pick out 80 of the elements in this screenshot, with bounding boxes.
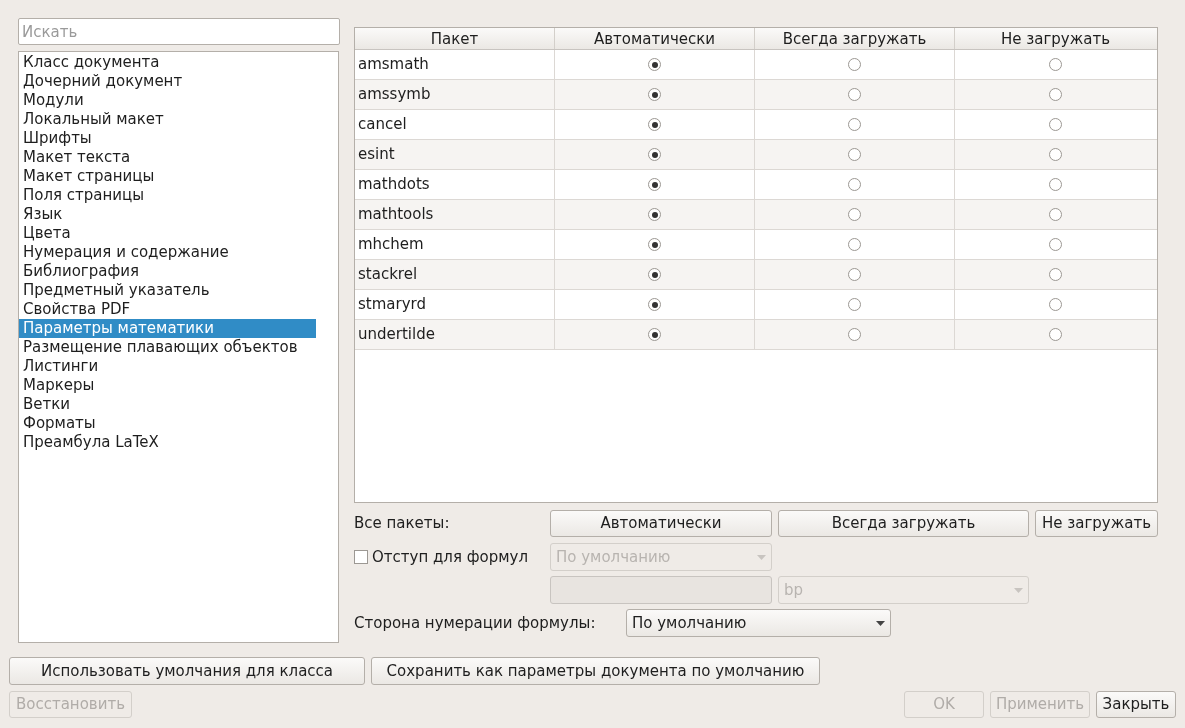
radio-button[interactable]: [648, 148, 661, 161]
radio-button[interactable]: [1049, 58, 1062, 71]
table-cell: esint: [355, 140, 555, 169]
caret-icon: [757, 554, 766, 560]
column-header[interactable]: Пакет: [355, 28, 555, 49]
radio-button[interactable]: [1049, 238, 1062, 251]
numbering-side-label: Сторона нумерации формулы:: [354, 612, 597, 634]
radio-button[interactable]: [1049, 118, 1062, 131]
radio-button[interactable]: [648, 328, 661, 341]
table-cell: mathdots: [355, 170, 555, 199]
table-cell: mhchem: [355, 230, 555, 259]
table-cell: cancel: [355, 110, 555, 139]
radio-button[interactable]: [1049, 178, 1062, 191]
sidebar-item[interactable]: Класс документа: [19, 53, 316, 72]
sidebar-item[interactable]: Параметры математики: [19, 319, 316, 338]
radio-button[interactable]: [1049, 328, 1062, 341]
class-defaults-button[interactable]: Использовать умолчания для класса: [9, 657, 365, 685]
radio-button[interactable]: [648, 178, 661, 191]
radio-button[interactable]: [648, 88, 661, 101]
column-header[interactable]: Автоматически: [555, 28, 755, 49]
auto-all-button[interactable]: Автоматически: [550, 510, 772, 537]
sidebar-item[interactable]: Локальный макет: [19, 110, 316, 129]
radio-button[interactable]: [648, 268, 661, 281]
radio-button[interactable]: [1049, 148, 1062, 161]
checkbox[interactable]: [354, 550, 368, 564]
numbering-side-combo[interactable]: По умолчанию: [626, 609, 891, 637]
table-cell: amssymb: [355, 80, 555, 109]
radio-button[interactable]: [1049, 208, 1062, 221]
radio-button[interactable]: [848, 118, 861, 131]
table-cell: mathtools: [355, 200, 555, 229]
table-cell: stmaryrd: [355, 290, 555, 319]
radio-button[interactable]: [648, 238, 661, 251]
radio-button[interactable]: [848, 238, 861, 251]
sidebar-item[interactable]: Модули: [19, 91, 316, 110]
column-header[interactable]: Не загружать: [955, 28, 1156, 49]
sidebar-item[interactable]: Макет страницы: [19, 167, 316, 186]
table-cell: undertilde: [355, 320, 555, 349]
table-cell: amsmath: [355, 50, 555, 79]
table-cell: stackrel: [355, 260, 555, 289]
dialog-button[interactable]: Закрыть: [1096, 691, 1176, 718]
sidebar-item[interactable]: Дочерний документ: [19, 72, 316, 91]
radio-button[interactable]: [848, 148, 861, 161]
sidebar-item[interactable]: Язык: [19, 205, 316, 224]
sidebar-item[interactable]: Преамбула LaTeX: [19, 433, 316, 452]
sidebar-item[interactable]: Цвета: [19, 224, 316, 243]
save-defaults-button[interactable]: Сохранить как параметры документа по умолчанию: [371, 657, 820, 685]
radio-button[interactable]: [1049, 88, 1062, 101]
caret-icon: [876, 620, 885, 626]
radio-button[interactable]: [648, 58, 661, 71]
radio-button[interactable]: [848, 178, 861, 191]
radio-button[interactable]: [848, 298, 861, 311]
radio-button[interactable]: [1049, 268, 1062, 281]
never-load-all-button[interactable]: Не загружать: [1035, 510, 1158, 537]
radio-button[interactable]: [648, 118, 661, 131]
always-load-all-button[interactable]: Всегда загружать: [778, 510, 1029, 537]
radio-button[interactable]: [848, 88, 861, 101]
sidebar-item[interactable]: Предметный указатель: [19, 281, 316, 300]
sidebar-item[interactable]: Библиография: [19, 262, 316, 281]
radio-button[interactable]: [648, 208, 661, 221]
sidebar-item[interactable]: Макет текста: [19, 148, 316, 167]
all-packages-label: Все пакеты:: [354, 513, 451, 535]
sidebar-item[interactable]: Маркеры: [19, 376, 316, 395]
sidebar-item[interactable]: Размещение плавающих объектов: [19, 338, 316, 357]
radio-button[interactable]: [848, 268, 861, 281]
sidebar-item[interactable]: Нумерация и содержание: [19, 243, 316, 262]
sidebar-item[interactable]: Свойства PDF: [19, 300, 316, 319]
caret-icon: [1014, 587, 1023, 593]
indent-label: Отступ для формул: [372, 546, 529, 568]
sidebar-item[interactable]: Поля страницы: [19, 186, 316, 205]
sidebar-item[interactable]: Листинги: [19, 357, 316, 376]
column-header[interactable]: Всегда загружать: [755, 28, 955, 49]
radio-button[interactable]: [848, 208, 861, 221]
sidebar-item[interactable]: Форматы: [19, 414, 316, 433]
sidebar-item[interactable]: Ветки: [19, 395, 316, 414]
search-field[interactable]: Искать: [18, 18, 340, 45]
radio-button[interactable]: [848, 328, 861, 341]
radio-button[interactable]: [1049, 298, 1062, 311]
radio-button[interactable]: [848, 58, 861, 71]
radio-button[interactable]: [648, 298, 661, 311]
sidebar-item[interactable]: Шрифты: [19, 129, 316, 148]
